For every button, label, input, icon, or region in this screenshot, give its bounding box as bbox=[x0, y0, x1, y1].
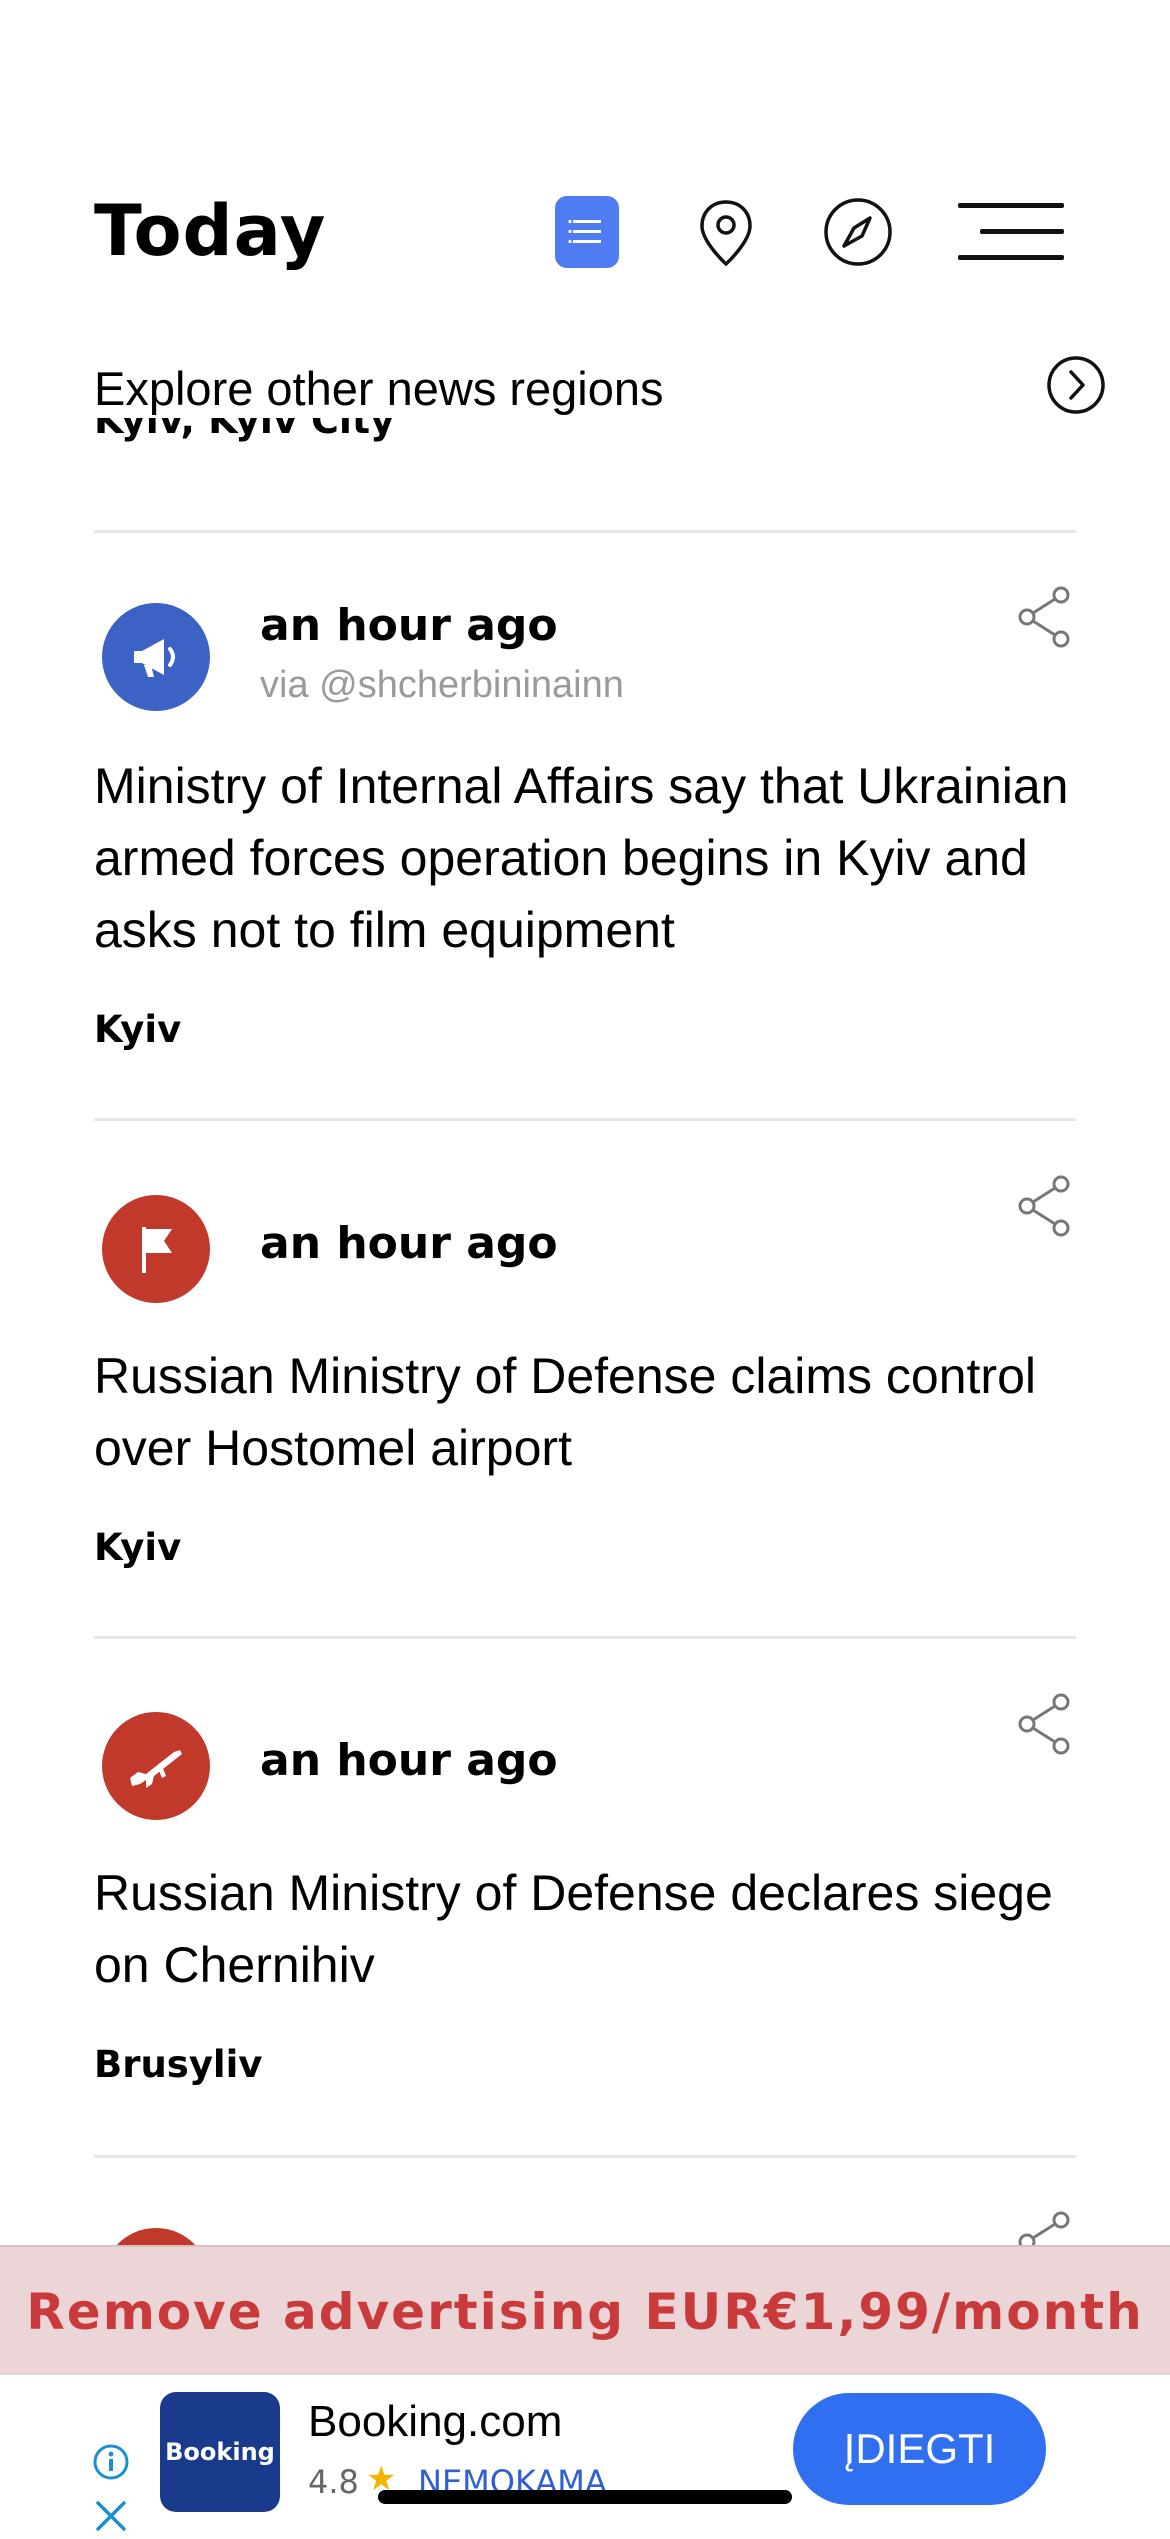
explore-regions-link[interactable]: Explore other news regions bbox=[94, 355, 1105, 425]
booking-app-logo[interactable]: Booking bbox=[160, 2392, 280, 2512]
post-headline: Ministry of Internal Affairs say that Uk… bbox=[94, 758, 1069, 958]
divider bbox=[94, 1636, 1076, 1639]
install-button[interactable]: ĮDIEGTI bbox=[793, 2393, 1046, 2505]
explore-regions-label: Explore other news regions bbox=[94, 362, 664, 415]
feed-icon[interactable] bbox=[555, 196, 619, 268]
remove-advertising-label: Remove advertising EUR€1,99/month bbox=[26, 2283, 1144, 2341]
page-title: Today bbox=[94, 190, 327, 272]
source-avatar bbox=[102, 603, 210, 711]
post-location[interactable]: Kyiv bbox=[94, 1526, 181, 1569]
chevron-right-circle-icon bbox=[1046, 355, 1106, 415]
close-icon[interactable] bbox=[92, 2497, 130, 2535]
post-time: an hour ago bbox=[260, 1218, 558, 1269]
rifle-icon bbox=[130, 1750, 182, 1788]
post-time: an hour ago bbox=[260, 600, 558, 651]
ad-banner[interactable]: Booking Booking.com 4.8 ★ NEMOKAMA ĮDIEG… bbox=[0, 2375, 1170, 2532]
info-icon[interactable] bbox=[92, 2443, 130, 2481]
map-pin-icon[interactable] bbox=[690, 196, 762, 268]
post-location[interactable]: Kyiv bbox=[94, 1008, 181, 1051]
divider bbox=[94, 2155, 1076, 2158]
post-headline: Russian Ministry of Defense declares sie… bbox=[94, 1865, 1053, 1993]
compass-icon[interactable] bbox=[822, 196, 894, 268]
share-icon[interactable] bbox=[1015, 1692, 1075, 1756]
post-source[interactable]: via @shcherbininainn bbox=[260, 664, 624, 707]
post-time: an hour ago bbox=[260, 1735, 558, 1786]
ad-rating: 4.8 bbox=[308, 2463, 359, 2501]
home-indicator[interactable] bbox=[378, 2490, 792, 2504]
post-headline: Russian Ministry of Defense claims contr… bbox=[94, 1348, 1036, 1476]
megaphone-icon bbox=[134, 639, 175, 677]
remove-advertising-button[interactable]: Remove advertising EUR€1,99/month bbox=[0, 2245, 1170, 2377]
share-icon[interactable] bbox=[1015, 585, 1075, 649]
divider bbox=[94, 530, 1076, 533]
source-avatar bbox=[102, 1712, 210, 1820]
share-icon[interactable] bbox=[1015, 1174, 1075, 1238]
flag-icon bbox=[142, 1227, 172, 1273]
source-avatar bbox=[102, 1195, 210, 1303]
divider bbox=[94, 1118, 1076, 1121]
post-location[interactable]: Brusyliv bbox=[94, 2043, 262, 2086]
app-header: Today bbox=[0, 0, 1170, 340]
ad-app-name: Booking.com bbox=[308, 2397, 563, 2446]
menu-icon[interactable] bbox=[958, 198, 1064, 264]
